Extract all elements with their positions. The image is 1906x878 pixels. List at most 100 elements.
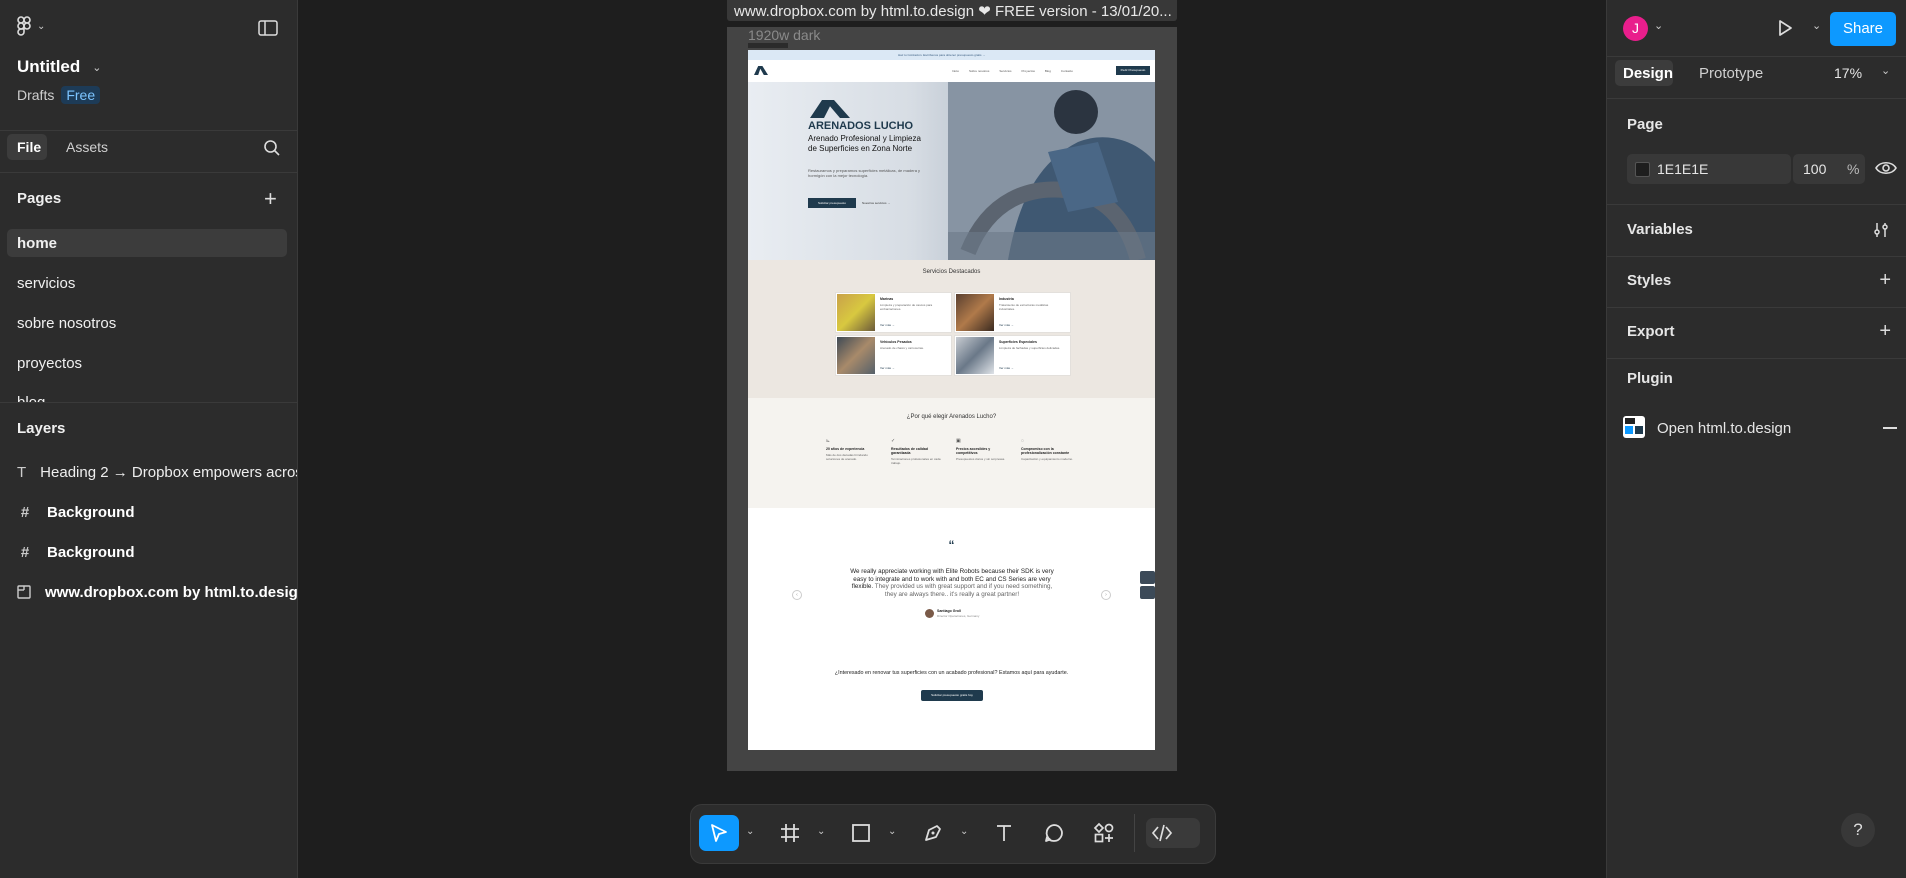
frame-title-bar[interactable]: www.dropbox.com by html.to.design ❤ FREE…	[727, 0, 1177, 21]
service-card-link[interactable]: Ver más →	[880, 323, 895, 327]
author-role: Director Operaciones, Germany	[937, 614, 980, 618]
service-card-link[interactable]: Ver más →	[999, 366, 1014, 370]
eye-icon[interactable]	[1875, 160, 1897, 176]
figma-logo-icon	[17, 16, 31, 36]
drafts-location[interactable]: Drafts	[17, 87, 54, 103]
layer-row[interactable]: T Heading 2 → Dropbox empowers acros	[17, 452, 297, 492]
layer-label: Background	[47, 503, 135, 521]
present-play-icon[interactable]	[1775, 18, 1795, 38]
why-item: ◌ Compromiso con la profesionalización c…	[1021, 438, 1077, 461]
page-color-field[interactable]: 1E1E1E	[1627, 154, 1791, 184]
chevron-down-icon[interactable]: ⌄	[888, 826, 896, 837]
layer-row[interactable]: www.dropbox.com by html.to.design	[17, 572, 297, 612]
file-name-dropdown[interactable]: Untitled ⌄	[17, 57, 102, 77]
layer-label: Background	[47, 543, 135, 561]
why-item: ⊾ 20 años de experiencia Más de dos déca…	[826, 438, 880, 461]
why-item-title: Resultados de calidad garantizada	[891, 447, 928, 455]
carousel-next-icon[interactable]: ›	[1101, 590, 1111, 600]
tab-design[interactable]: Design	[1615, 60, 1673, 86]
carousel-prev-icon[interactable]: ‹	[792, 590, 802, 600]
service-card[interactable]: Marinas Limpieza y preparación de cascos…	[835, 292, 952, 333]
add-style-icon[interactable]: +	[1879, 269, 1891, 292]
page-opacity-field[interactable]: 100 %	[1793, 154, 1865, 184]
service-card[interactable]: Superficies Especiales Limpieza de facha…	[954, 335, 1071, 376]
page-item-proyectos[interactable]: proyectos	[17, 355, 82, 372]
plan-badge: Free	[61, 86, 101, 104]
chat-widget-icon[interactable]	[1140, 586, 1155, 599]
export-section[interactable]: Export +	[1607, 307, 1906, 359]
chevron-down-icon[interactable]: ⌄	[1812, 19, 1821, 32]
cta-button[interactable]: Solicitar presupuesto gratis hoy	[921, 690, 983, 701]
page-item-label[interactable]: home	[17, 235, 57, 252]
add-page-icon[interactable]: +	[264, 186, 277, 212]
service-card-link[interactable]: Ver más →	[880, 366, 895, 370]
layer-row[interactable]: # Background	[17, 532, 297, 572]
color-swatch[interactable]	[1635, 162, 1650, 177]
main-menu-button[interactable]: ⌄	[17, 16, 45, 36]
text-tool-button[interactable]	[984, 815, 1024, 851]
toggle-sidebar-icon[interactable]	[258, 20, 278, 36]
help-button[interactable]: ?	[1841, 813, 1875, 847]
layer-row[interactable]: # Background	[17, 492, 297, 532]
service-card-link[interactable]: Ver más →	[999, 323, 1014, 327]
page-item-sobre-nosotros[interactable]: sobre nosotros	[17, 315, 116, 332]
hero-text: Restauramos y preparamos superficies met…	[808, 168, 921, 178]
nav-link[interactable]: Contacto	[1061, 69, 1073, 73]
nav-link[interactable]: Servicios	[999, 69, 1011, 73]
plugin-section-title: Plugin	[1627, 370, 1673, 387]
move-tool-button[interactable]	[699, 815, 739, 851]
frame-sublabel: 1920w dark	[748, 27, 821, 43]
service-card[interactable]: Industria Tratamiento de estructuras met…	[954, 292, 1071, 333]
chevron-down-icon[interactable]: ⌄	[960, 826, 968, 837]
shape-tool-button[interactable]	[841, 815, 881, 851]
chevron-down-icon[interactable]: ⌄	[1881, 64, 1890, 77]
nav-link[interactable]: Sobre nosotros	[969, 69, 989, 73]
hero-primary-button[interactable]: Solicitar presupuesto	[808, 198, 856, 208]
tab-prototype[interactable]: Prototype	[1699, 65, 1763, 82]
page-opacity-value[interactable]: 100	[1803, 161, 1826, 177]
comment-tool-button[interactable]	[1034, 815, 1074, 851]
add-export-icon[interactable]: +	[1879, 320, 1891, 343]
share-button[interactable]: Share	[1830, 12, 1896, 46]
service-card-title: Superficies Especiales	[999, 340, 1037, 344]
why-item: ✓ Resultados de calidad garantizada Term…	[891, 438, 945, 465]
dev-mode-toggle[interactable]	[1146, 818, 1200, 848]
chevron-down-icon[interactable]: ⌄	[746, 826, 754, 837]
website-preview[interactable]: Haz tu Cotización. Escríbenos para obten…	[748, 50, 1155, 750]
search-icon[interactable]	[263, 139, 281, 157]
nav-link[interactable]: Inicio	[952, 69, 959, 73]
actions-tool-button[interactable]	[1084, 815, 1124, 851]
tab-file[interactable]: File	[7, 134, 47, 160]
brand-logo-icon	[810, 100, 850, 118]
layers-title: Layers	[17, 420, 66, 437]
plugin-open-link[interactable]: Open html.to.design	[1657, 420, 1791, 437]
nav-cta-button[interactable]: Pedir Presupuesto	[1116, 66, 1150, 75]
cta-section: ¿Interesado en renovar tus superficies c…	[748, 648, 1155, 750]
frame-tool-button[interactable]	[770, 815, 810, 851]
file-name: Untitled	[17, 57, 81, 76]
nav-link[interactable]: Proyectos	[1022, 69, 1035, 73]
hero-section: ARENADOS LUCHO Arenado Profesional y Lim…	[748, 82, 1155, 260]
user-avatar[interactable]: J	[1623, 16, 1648, 41]
chevron-down-icon[interactable]: ⌄	[1654, 19, 1663, 32]
site-nav-links: Inicio Sobre nosotros Servicios Proyecto…	[952, 69, 1073, 73]
accessibility-widget-icon[interactable]	[1140, 571, 1155, 584]
collapse-minus-icon[interactable]	[1883, 427, 1897, 429]
service-card[interactable]: Vehículos Pesados Arenado de chasis y ca…	[835, 335, 952, 376]
hero-secondary-link[interactable]: Nuestros servicios →	[862, 201, 890, 205]
page-color-value[interactable]: 1E1E1E	[1657, 161, 1708, 177]
money-icon: ▣	[956, 438, 961, 444]
sliders-icon[interactable]	[1873, 222, 1889, 238]
why-item-text: Terminaciones profesionales en cada trab…	[891, 457, 941, 465]
styles-section[interactable]: Styles +	[1607, 256, 1906, 308]
nav-link[interactable]: Blog	[1045, 69, 1051, 73]
service-card-title: Marinas	[880, 297, 894, 301]
chevron-down-icon[interactable]: ⌄	[817, 826, 825, 837]
page-item-blog[interactable]: blog	[17, 394, 45, 402]
pen-tool-button[interactable]	[913, 815, 953, 851]
author-name: Santiago Groll	[937, 609, 961, 613]
page-item-servicios[interactable]: servicios	[17, 275, 75, 292]
variables-section[interactable]: Variables	[1607, 205, 1906, 257]
tab-assets[interactable]: Assets	[66, 139, 108, 155]
zoom-level[interactable]: 17%	[1834, 65, 1862, 81]
